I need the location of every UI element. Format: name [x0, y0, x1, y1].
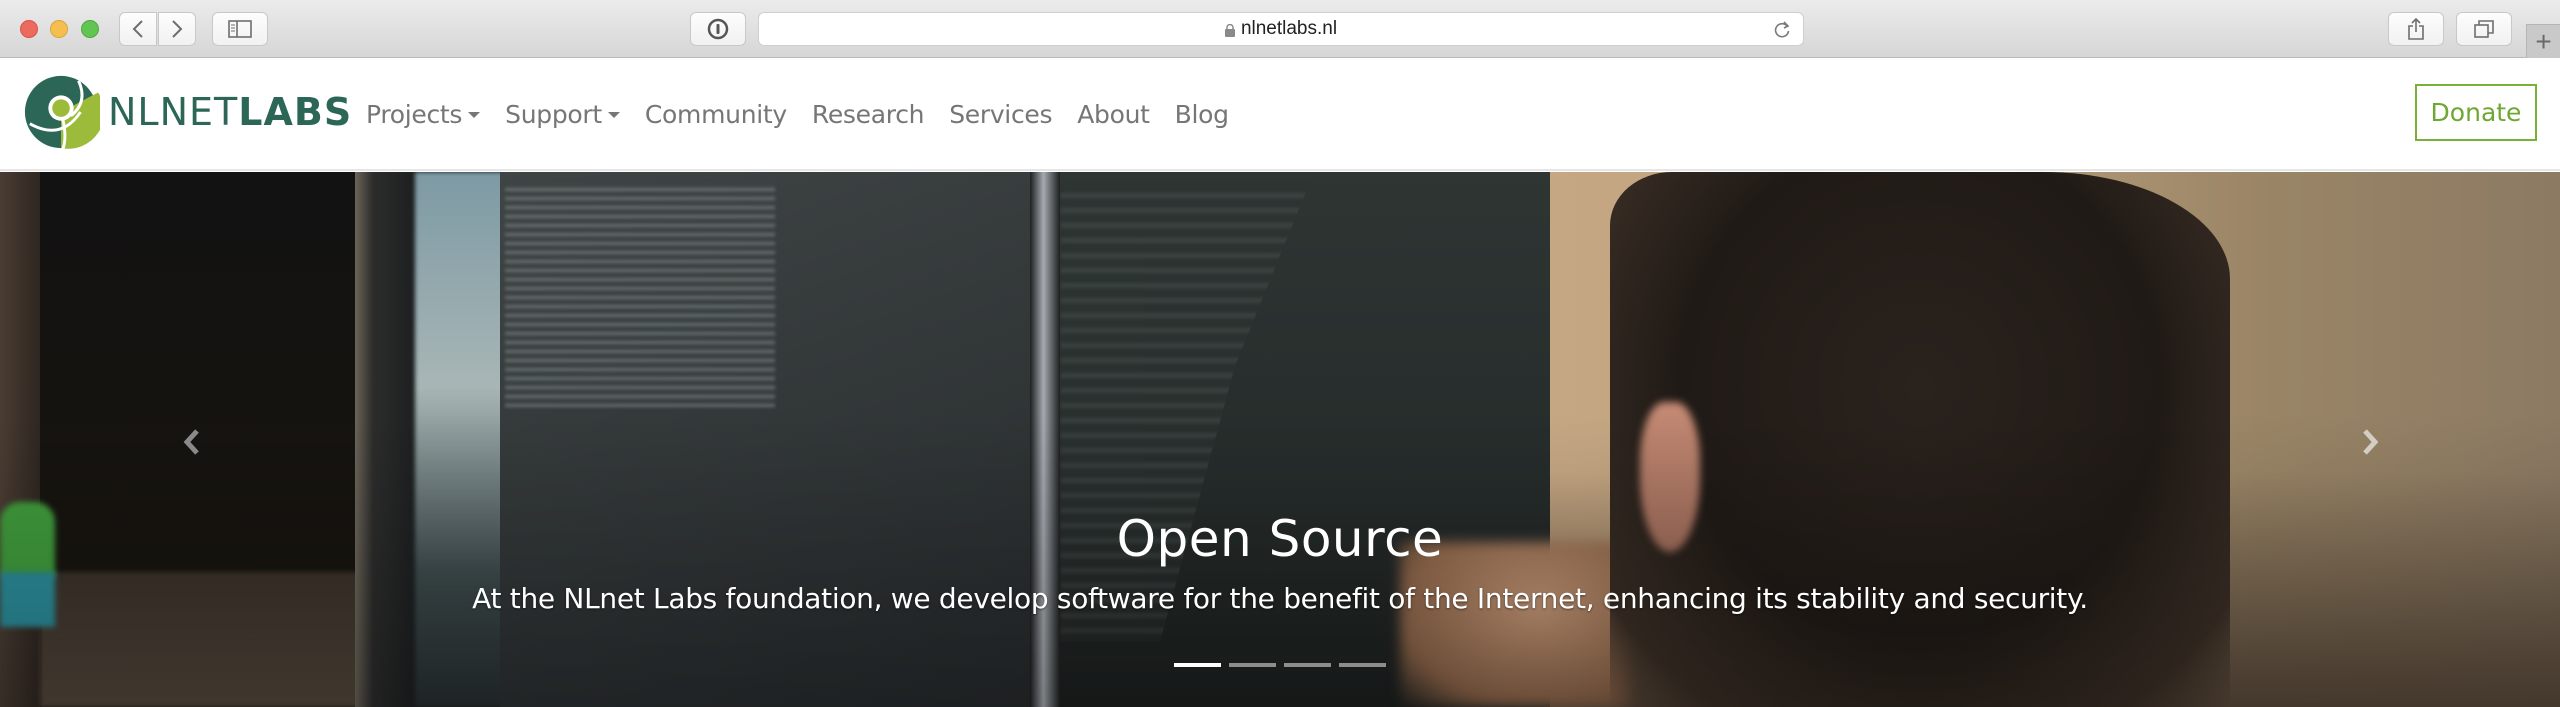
nav-community-label: Community: [644, 100, 787, 129]
nav-projects[interactable]: Projects: [366, 100, 481, 129]
nav-blog[interactable]: Blog: [1175, 100, 1229, 129]
nav-support-label: Support: [505, 100, 602, 129]
chevron-left-icon: [183, 429, 199, 455]
plus-icon: +: [2535, 25, 2552, 57]
nav-projects-label: Projects: [366, 100, 463, 129]
zoom-window-button[interactable]: [81, 20, 99, 38]
nav-about[interactable]: About: [1077, 100, 1150, 129]
chevron-right-icon: [172, 20, 183, 38]
carousel-indicator-3[interactable]: [1284, 663, 1331, 667]
close-window-button[interactable]: [20, 20, 38, 38]
tabs-icon: [2474, 20, 2494, 38]
back-button[interactable]: [119, 12, 157, 46]
password-manager-button[interactable]: [690, 12, 746, 46]
hero-carousel: Open Source At the NLnet Labs foundation…: [0, 172, 2560, 707]
nav-support[interactable]: Support: [505, 100, 620, 129]
sidebar-icon: [228, 20, 252, 38]
logo-text-labs: LABS: [238, 90, 353, 134]
chevron-right-icon: [2363, 429, 2379, 455]
carousel-next-button[interactable]: [2350, 422, 2390, 462]
browser-toolbar: nlnetlabs.nl +: [0, 0, 2560, 58]
nlnetlabs-logo-icon: [24, 75, 100, 150]
nav-research-label: Research: [811, 100, 925, 129]
share-button[interactable]: [2388, 12, 2444, 46]
carousel-indicator-4[interactable]: [1339, 663, 1386, 667]
nav-research[interactable]: Research: [811, 100, 925, 129]
new-tab-button[interactable]: +: [2526, 24, 2560, 58]
password-icon: [707, 18, 729, 40]
carousel-indicators: [0, 663, 2560, 667]
nav-services-label: Services: [949, 100, 1053, 129]
reload-icon: [1774, 21, 1790, 38]
nav-blog-label: Blog: [1174, 100, 1229, 129]
carousel-indicator-1[interactable]: [1174, 663, 1221, 667]
sidebar-toggle-button[interactable]: [212, 12, 268, 46]
nav-services[interactable]: Services: [949, 100, 1052, 129]
slide-description: At the NLnet Labs foundation, we develop…: [472, 582, 2088, 615]
reload-button[interactable]: [1773, 20, 1791, 46]
carousel-indicator-2[interactable]: [1229, 663, 1276, 667]
url-text: nlnetlabs.nl: [1240, 18, 1338, 39]
show-tabs-button[interactable]: [2456, 12, 2512, 46]
site-logo[interactable]: NLNETLABS: [22, 73, 352, 151]
chevron-left-icon: [132, 20, 143, 38]
carousel-prev-button[interactable]: [172, 422, 212, 462]
share-icon: [2408, 17, 2424, 40]
caret-down-icon: [468, 111, 481, 118]
nav-community[interactable]: Community: [645, 100, 787, 129]
address-bar[interactable]: nlnetlabs.nl: [758, 12, 1804, 46]
site-navbar: NLNETLABS Projects Support Community Res…: [0, 58, 2560, 171]
nav-about-label: About: [1077, 100, 1150, 129]
lock-icon: [1224, 23, 1235, 37]
caret-down-icon: [607, 111, 620, 118]
forward-button[interactable]: [158, 12, 196, 46]
logo-wordmark: NLNETLABS: [108, 90, 352, 134]
main-nav: Projects Support Community Research Serv…: [366, 58, 1254, 171]
minimize-window-button[interactable]: [50, 20, 68, 38]
slide-title: Open Source: [1116, 510, 1444, 568]
donate-button[interactable]: Donate: [2415, 84, 2537, 141]
logo-text-nlnet: NLNET: [108, 90, 239, 134]
